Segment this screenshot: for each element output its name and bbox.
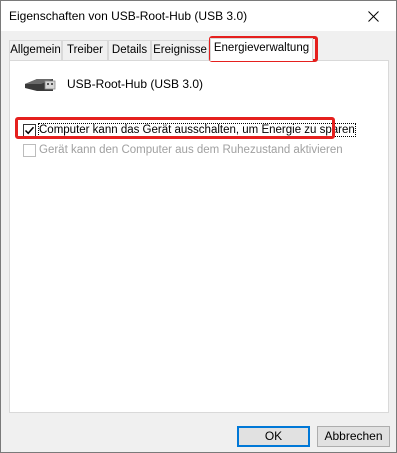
ok-button[interactable]: OK: [237, 426, 310, 447]
allow-wake-checkbox: [23, 143, 36, 157]
title-bar[interactable]: Eigenschaften von USB-Root-Hub (USB 3.0): [1, 1, 396, 31]
window-title: Eigenschaften von USB-Root-Hub (USB 3.0): [9, 9, 248, 23]
tab-ereignisse[interactable]: Ereignisse: [151, 40, 209, 60]
tab-energieverwaltung[interactable]: Energieverwaltung: [210, 38, 313, 61]
usb-plug-icon: [25, 79, 56, 91]
close-icon: [367, 10, 379, 22]
allow-power-off-checkbox[interactable]: [23, 123, 36, 137]
tab-details[interactable]: Details: [108, 40, 151, 60]
allow-power-off-option[interactable]: Computer kann das Gerät ausschalten, um …: [23, 122, 356, 138]
device-name: USB-Root-Hub (USB 3.0): [67, 77, 204, 91]
properties-dialog: Eigenschaften von USB-Root-Hub (USB 3.0)…: [0, 0, 397, 453]
tab-allgemein[interactable]: Allgemein: [9, 40, 62, 60]
tab-panel-energieverwaltung: USB-Root-Hub (USB 3.0) Computer kann das…: [9, 60, 389, 413]
tab-treiber[interactable]: Treiber: [62, 40, 108, 60]
tab-strip: Allgemein Treiber Details Ereignisse Ene…: [9, 38, 389, 61]
checkmark-icon: [24, 126, 35, 134]
allow-wake-option: Gerät kann den Computer aus dem Ruhezust…: [23, 142, 343, 158]
cancel-button[interactable]: Abbrechen: [317, 426, 390, 447]
allow-power-off-label[interactable]: Computer kann das Gerät ausschalten, um …: [38, 123, 356, 137]
close-button[interactable]: [350, 1, 396, 31]
allow-wake-label: Gerät kann den Computer aus dem Ruhezust…: [39, 144, 343, 156]
